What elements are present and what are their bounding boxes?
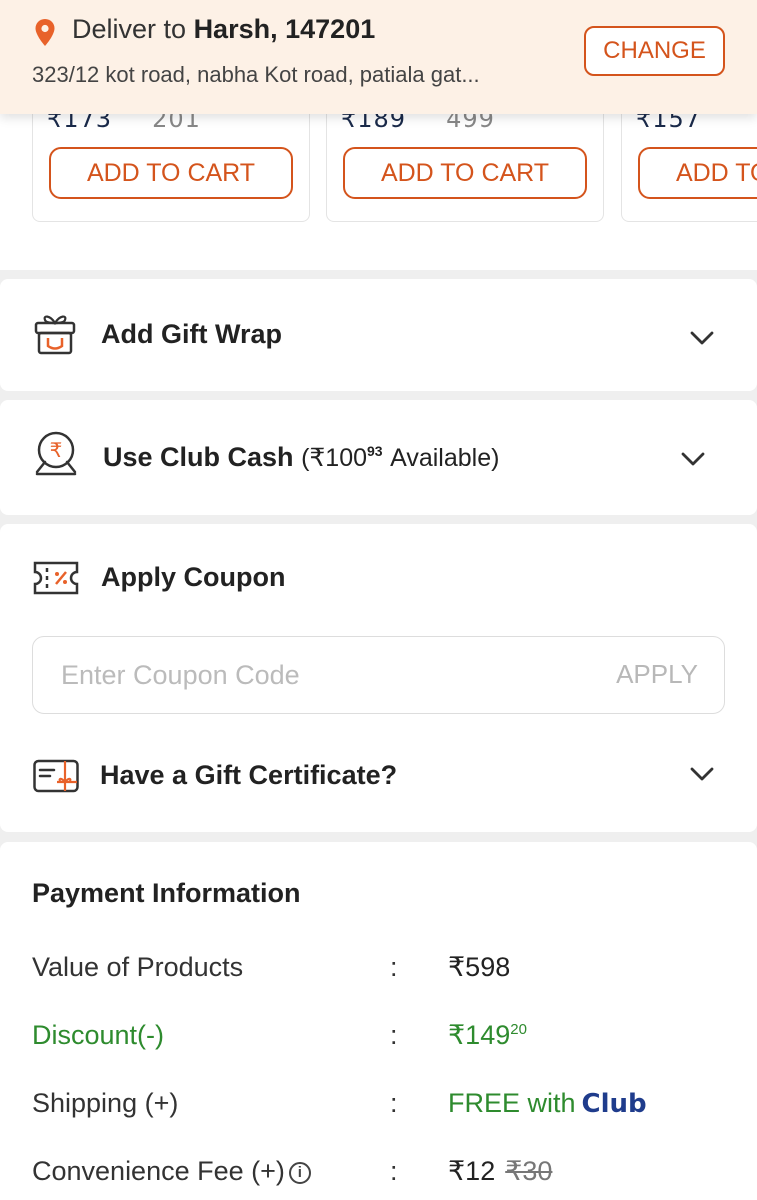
- gift-card-icon: [33, 759, 79, 793]
- delivery-header: Deliver to Harsh, 147201 323/12 kot road…: [0, 0, 757, 114]
- chevron-down-icon[interactable]: [689, 330, 715, 346]
- payment-row-colon: :: [390, 1088, 398, 1118]
- cart-page: ₹173 201 ADD TO CART ₹189 499 ADD TO CART …: [0, 0, 757, 1200]
- payment-row-label-wrap: Convenience Fee (+) i: [32, 1156, 311, 1187]
- rupee-coin-icon: ₹: [35, 431, 77, 476]
- gift-wrap-label: Add Gift Wrap: [101, 319, 282, 349]
- gift-certificate-label: Have a Gift Certificate?: [100, 760, 398, 790]
- deliver-to-line: Deliver to Harsh, 147201: [72, 14, 375, 45]
- club-cash-title: Use Club Cash: [103, 442, 294, 472]
- payment-row-shipping: Shipping (+) : FREE with Club: [32, 1088, 732, 1128]
- club-cash-decimal: 93: [367, 443, 383, 459]
- add-to-cart-button[interactable]: ADD TO CART: [638, 147, 757, 199]
- payment-row-value: Value of Products : ₹598: [32, 952, 732, 992]
- chevron-down-icon[interactable]: [680, 451, 706, 467]
- convenience-value: ₹12: [448, 1156, 496, 1186]
- change-address-button[interactable]: CHANGE: [584, 26, 725, 76]
- payment-row-value-amount: ₹598: [448, 952, 511, 982]
- convenience-original: ₹30: [505, 1156, 553, 1186]
- discount-amount: ₹14920: [448, 1020, 527, 1051]
- payment-row-colon: :: [390, 1020, 398, 1050]
- coupon-field: APPLY: [32, 636, 725, 714]
- club-cash-amount: 100: [325, 444, 368, 472]
- discount-decimal: 20: [510, 1021, 527, 1038]
- apply-coupon-title: Apply Coupon: [101, 562, 286, 592]
- coupon-section: Apply Coupon APPLY Have a Gift Certifica…: [0, 524, 757, 832]
- shipping-amount: FREE with Club: [448, 1088, 647, 1119]
- svg-text:₹: ₹: [50, 438, 63, 462]
- delivery-address: 323/12 kot road, nabha Kot road, patiala…: [32, 62, 480, 87]
- payment-title: Payment Information: [32, 878, 301, 908]
- gift-icon: [34, 315, 76, 355]
- apply-coupon-button[interactable]: APPLY: [616, 659, 698, 690]
- shipping-value: FREE with: [448, 1088, 576, 1118]
- club-logo: Club: [581, 1089, 647, 1119]
- location-pin-icon: [35, 19, 55, 46]
- discount-value: ₹149: [448, 1020, 511, 1050]
- club-cash-section[interactable]: ₹ Use Club Cash (₹10093 Available): [0, 400, 757, 515]
- payment-row-convenience: Convenience Fee (+) i : ₹12 ₹30: [32, 1156, 732, 1196]
- coupon-code-input[interactable]: [61, 657, 561, 693]
- payment-row-discount: Discount(-) : ₹14920: [32, 1020, 732, 1060]
- payment-row-colon: :: [390, 1156, 398, 1186]
- club-cash-available: Available): [390, 444, 500, 472]
- payment-row-label: Shipping (+): [32, 1088, 179, 1118]
- add-to-cart-button[interactable]: ADD TO CART: [49, 147, 293, 199]
- coupon-icon: [33, 561, 79, 595]
- payment-row-label: Value of Products: [32, 952, 244, 982]
- payment-information-section: Payment Information Value of Products : …: [0, 842, 757, 1200]
- info-icon[interactable]: i: [288, 1161, 311, 1184]
- add-to-cart-button[interactable]: ADD TO CART: [343, 147, 587, 199]
- deliver-pincode: 147201: [285, 14, 376, 44]
- deliver-prefix: Deliver to: [72, 14, 187, 44]
- payment-row-label: Convenience Fee (+): [32, 1156, 285, 1186]
- payment-row-label: Discount(-): [32, 1020, 165, 1050]
- club-cash-label: Use Club Cash (₹10093 Available): [103, 442, 499, 473]
- convenience-amount: ₹12 ₹30: [448, 1156, 552, 1187]
- gift-wrap-section[interactable]: Add Gift Wrap: [0, 279, 757, 391]
- club-cash-open: (₹: [301, 444, 326, 472]
- chevron-down-icon[interactable]: [689, 766, 715, 782]
- deliver-name: Harsh,: [193, 14, 278, 44]
- payment-row-colon: :: [390, 952, 398, 982]
